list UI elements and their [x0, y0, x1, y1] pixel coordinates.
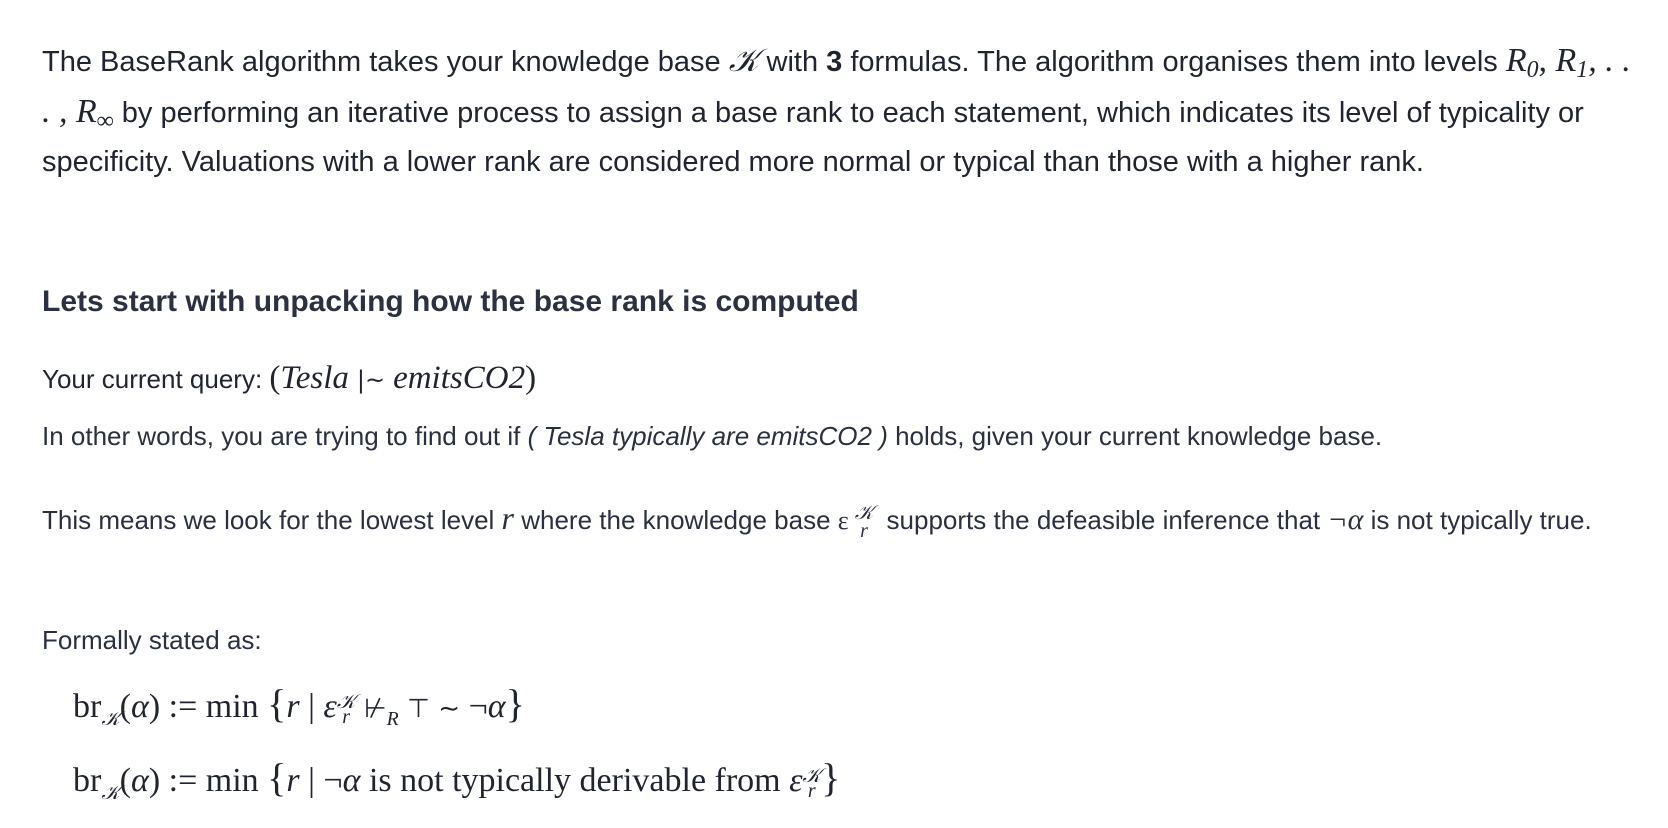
means-text-4: is not typically true. — [1363, 505, 1592, 535]
epsilon-symbol: ε — [837, 506, 849, 535]
formula-2: br𝒦(α) := min {r | ¬α is not typically d… — [73, 755, 841, 804]
current-query: Your current query: (Tesla |~ emitsCO2) — [42, 360, 536, 398]
query-antecedent: Tesla — [280, 360, 349, 396]
epsilon-subscript: r — [860, 520, 868, 543]
query-label: Your current query: — [42, 364, 270, 394]
epsilon-indices: 𝒦r — [855, 503, 874, 543]
means-paragraph: This means we look for the lowest level … — [42, 494, 1642, 545]
formula-2-text: is not typically derivable from — [368, 762, 781, 799]
formula-1: br𝒦(α) := min {r | ε𝒦r ⊬R ⊤ ∼ ¬α} — [73, 681, 525, 730]
intro-text-2: with — [758, 46, 827, 78]
level-variable: r — [501, 500, 514, 536]
section-heading: Lets start with unpacking how the base r… — [42, 285, 859, 318]
formal-label: Formally stated as: — [42, 625, 262, 655]
means-text-1: This means we look for the lowest level — [42, 505, 502, 535]
query-consequent: emitsCO2 — [393, 360, 526, 396]
intro-text-3: formulas. The algorithm organises them i… — [842, 46, 1506, 78]
other-words-text-2: holds, given your current knowledge base… — [887, 421, 1383, 451]
defeasible-turnstile-icon: |~ — [356, 366, 386, 394]
intro-paragraph: The BaseRank algorithm takes your knowle… — [42, 36, 1642, 187]
other-words-text-1: In other words, you are trying to find o… — [42, 421, 528, 451]
intro-text-4: by performing an iterative process to as… — [42, 97, 1584, 178]
page: The BaseRank algorithm takes your knowle… — [0, 0, 1668, 828]
other-words-phrase: ( Tesla typically are emitsCO2 ) — [527, 421, 888, 451]
formula-count: 3 — [826, 46, 843, 78]
knowledge-base-symbol: 𝒦 — [728, 41, 759, 79]
means-text-3: supports the defeasible inference that — [879, 505, 1328, 535]
query-formula: (Tesla |~ emitsCO2) — [269, 360, 537, 396]
intro-text-1: The BaseRank algorithm takes your knowle… — [42, 46, 729, 78]
means-text-2: where the knowledge base — [514, 505, 838, 535]
other-words-sentence: In other words, you are trying to find o… — [42, 418, 1382, 454]
negated-alpha: ¬α — [1327, 503, 1364, 536]
